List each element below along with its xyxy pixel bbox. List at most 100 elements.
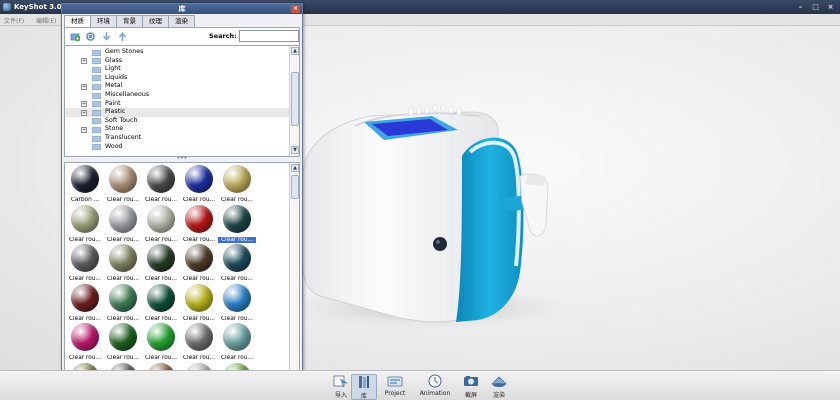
thumbs-scrollbar[interactable]: ▲ ▼ — [289, 163, 299, 383]
close-icon[interactable]: × — [825, 2, 836, 12]
library-title-bar[interactable]: 库 × — [62, 4, 302, 14]
material-thumbnail[interactable]: Clear rou... — [104, 244, 142, 284]
material-label: Clear rou... — [182, 315, 215, 322]
tree-item-label: Glass — [105, 56, 123, 64]
expand-icon[interactable]: + — [81, 109, 87, 116]
project-button[interactable]: Project — [378, 374, 412, 400]
menu-edit[interactable]: 编辑(E) — [36, 16, 56, 25]
material-preview-sphere — [223, 244, 251, 272]
library-close-icon[interactable]: × — [291, 5, 300, 13]
material-preview-sphere — [109, 244, 137, 272]
material-thumbnail[interactable]: Clear rou... — [104, 204, 142, 245]
material-preview-sphere — [109, 165, 137, 193]
material-thumbnail[interactable]: Clear rou... — [180, 283, 218, 324]
material-thumbnail[interactable]: Clear rou... — [66, 204, 104, 245]
tree-item[interactable]: Wood — [65, 143, 289, 152]
material-thumbnail[interactable]: Clear rou... — [180, 204, 218, 245]
tree-item[interactable]: Soft Touch — [65, 117, 289, 126]
scroll-up-icon[interactable]: ▲ — [291, 164, 299, 172]
expand-icon[interactable]: + — [81, 58, 87, 65]
material-label: Clear rou... — [220, 276, 253, 282]
upload-arrow-icon[interactable] — [117, 31, 128, 42]
material-preview-sphere — [147, 283, 175, 312]
library-toolbar: Search: — [64, 27, 300, 45]
material-preview-sphere — [109, 283, 137, 312]
minimize-icon[interactable]: – — [795, 2, 806, 12]
material-thumbnail-grid: Carbon ... Clear rou... Clear rou... Clear … — [64, 162, 300, 384]
material-thumbnail[interactable]: Clear rou... — [218, 244, 256, 284]
tree-item[interactable]: Liquids — [65, 74, 289, 83]
material-preview-sphere — [109, 323, 137, 351]
scroll-thumb[interactable] — [291, 175, 299, 199]
library-button[interactable]: 库 — [351, 374, 377, 400]
render-label: 渲染 — [492, 392, 505, 399]
material-thumbnail[interactable]: Clear rou... — [66, 283, 104, 324]
material-thumbnail[interactable]: Clear rou... — [66, 244, 104, 284]
tree-item[interactable]: Translucent — [65, 134, 289, 143]
tab-textures[interactable]: 纹理 — [142, 15, 169, 27]
tree-item[interactable]: Light — [65, 65, 289, 74]
scroll-up-icon[interactable]: ▲ — [291, 47, 299, 55]
material-label: Clear rou... — [218, 236, 256, 243]
material-label: Carbon ... — [70, 197, 100, 203]
material-thumbnail[interactable]: Clear rou... — [218, 323, 256, 363]
tree-item[interactable]: + Stone — [65, 125, 289, 134]
tab-renderings[interactable]: 渲染 — [168, 15, 195, 27]
maximize-icon[interactable]: □ — [810, 2, 821, 12]
material-label: Clear rou... — [220, 315, 253, 322]
tab-backgrounds[interactable]: 背景 — [116, 15, 143, 27]
material-preview-sphere — [223, 204, 251, 233]
animation-button[interactable]: Animation — [418, 374, 452, 400]
expand-icon[interactable]: + — [81, 126, 87, 133]
material-label: Clear rou... — [68, 355, 101, 361]
material-preview-sphere — [71, 204, 99, 233]
material-thumbnail[interactable]: Clear rou... — [142, 204, 180, 245]
refresh-icon[interactable] — [85, 31, 96, 42]
scroll-down-icon[interactable]: ▼ — [291, 146, 299, 154]
material-thumbnail[interactable]: Clear rou... — [66, 323, 104, 363]
material-preview-sphere — [71, 165, 99, 193]
tree-item[interactable]: + Metal — [65, 82, 289, 91]
folder-icon — [92, 84, 101, 90]
search-input[interactable] — [239, 30, 299, 42]
tree-item[interactable]: + Plastic — [65, 108, 289, 117]
material-label: Clear rou... — [220, 197, 253, 203]
material-thumbnail[interactable]: Clear rou... — [142, 244, 180, 284]
material-thumbnail[interactable]: Clear rou... — [142, 165, 180, 205]
folder-icon — [92, 101, 101, 108]
material-thumbnail[interactable]: Carbon ... — [66, 165, 104, 205]
material-preview-sphere — [109, 204, 137, 233]
material-thumbnail[interactable]: Clear rou... — [180, 323, 218, 363]
tree-item[interactable]: Miscellaneous — [65, 91, 289, 100]
material-preview-sphere — [185, 323, 213, 351]
library-label: 库 — [360, 393, 367, 400]
material-label: Clear rou... — [144, 355, 177, 361]
tree-item[interactable]: + Glass — [65, 57, 289, 66]
library-panel: 库 × 材质 环境 背景 纹理 渲染 Search: Gem Stones + Gl… — [61, 3, 303, 395]
tree-item[interactable]: Gem Stones — [65, 48, 289, 57]
material-label: Clear rou... — [144, 276, 177, 282]
material-thumbnail[interactable]: Clear rou... — [218, 204, 256, 245]
material-thumbnail[interactable]: Clear rou... — [218, 283, 256, 324]
material-thumbnail[interactable]: Clear rou... — [180, 165, 218, 205]
tree-scrollbar[interactable]: ▲ ▼ — [289, 46, 299, 156]
material-thumbnail[interactable]: Clear rou... — [104, 323, 142, 363]
render-button[interactable]: 渲染 — [482, 374, 516, 400]
material-thumbnail[interactable]: Clear rou... — [104, 283, 142, 324]
material-preview-sphere — [185, 165, 213, 193]
scroll-thumb[interactable] — [291, 72, 299, 126]
material-thumbnail[interactable]: Clear rou... — [180, 244, 218, 284]
material-thumbnail[interactable]: Clear rou... — [142, 283, 180, 324]
add-folder-icon[interactable] — [70, 31, 81, 42]
library-tabs: 材质 环境 背景 纹理 渲染 — [64, 15, 195, 28]
expand-icon[interactable]: + — [81, 101, 87, 108]
import-icon — [333, 375, 349, 388]
download-arrow-icon[interactable] — [101, 31, 112, 42]
material-thumbnail[interactable]: Clear rou... — [142, 323, 180, 363]
tab-environments[interactable]: 环境 — [90, 15, 117, 27]
expand-icon[interactable]: + — [81, 83, 87, 90]
material-thumbnail[interactable]: Clear rou... — [104, 165, 142, 205]
tree-item[interactable]: + Paint — [65, 100, 289, 109]
material-thumbnail[interactable]: Clear rou... — [218, 165, 256, 205]
menu-file[interactable]: 文件(F) — [4, 16, 24, 25]
